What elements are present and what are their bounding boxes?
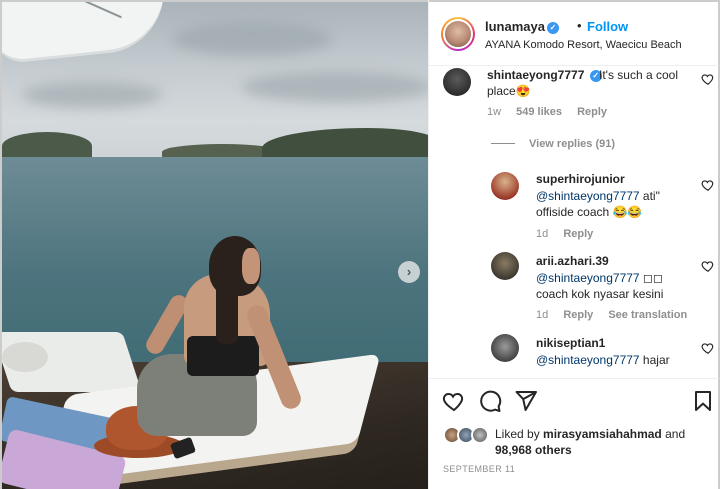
cloud	[22, 82, 162, 108]
reply-text: @shintaeyong7777 hajar	[536, 352, 696, 368]
view-replies-label[interactable]: View replies (91)	[529, 138, 615, 150]
reply-button[interactable]: Reply	[563, 309, 593, 321]
follow-button[interactable]: Follow	[587, 19, 628, 34]
see-translation-button[interactable]: See translation	[608, 309, 687, 321]
reply-age: 1d	[536, 309, 549, 321]
liked-by-text: Liked by mirasyamsiahahmad and	[495, 427, 685, 441]
comment-meta: 1w 549 likes Reply	[487, 106, 619, 118]
divider	[491, 143, 515, 144]
reply-button[interactable]: Reply	[577, 106, 607, 118]
chevron-right-icon[interactable]: ›	[398, 261, 420, 283]
comment-text: It's such a cool place😍	[487, 68, 678, 98]
cloud	[242, 72, 428, 102]
avatar[interactable]	[443, 68, 471, 96]
post-date[interactable]: SEPTEMBER 11	[443, 464, 515, 474]
likes-summary: Liked by mirasyamsiahahmad and 98,968 ot…	[441, 422, 719, 462]
view-replies-button[interactable]: View replies (91)	[491, 138, 615, 150]
avatar[interactable]	[491, 252, 519, 280]
avatar	[471, 426, 489, 444]
reply-text: @shintaeyong7777 ati" offiside coach 😂😂	[536, 188, 696, 220]
liker-avatars[interactable]	[443, 426, 489, 444]
comment-icon[interactable]	[478, 389, 502, 413]
mention-link[interactable]: @shintaeyong7777	[536, 353, 640, 367]
heart-icon[interactable]	[442, 389, 466, 413]
avatar[interactable]	[491, 334, 519, 362]
heart-icon[interactable]	[701, 341, 715, 355]
send-icon[interactable]	[514, 389, 538, 413]
avatar[interactable]	[441, 17, 475, 51]
comments-list[interactable]: shintaeyong7777 ✓ It's such a cool place…	[429, 66, 719, 378]
liked-by-suffix: and	[661, 427, 686, 441]
reply-button[interactable]: Reply	[563, 228, 593, 240]
heart-icon[interactable]	[701, 72, 715, 86]
likes-count[interactable]: 98,968 others	[495, 443, 572, 457]
reply-text: @shintaeyong7777 ◻◻ coach kok nyasar kes…	[536, 270, 696, 302]
post-location[interactable]: AYANA Komodo Resort, Waecicu Beach	[485, 39, 682, 51]
action-bar	[429, 378, 719, 420]
separator-dot: •	[577, 18, 582, 33]
reply-username[interactable]: superhirojunior	[536, 172, 625, 186]
post-username[interactable]: lunamaya ✓	[485, 19, 559, 34]
bookmark-icon[interactable]	[691, 389, 715, 413]
island	[2, 132, 92, 160]
heart-icon[interactable]	[701, 259, 715, 273]
reply-username[interactable]: arii.azhari.39	[536, 254, 609, 268]
reply-age: 1d	[536, 228, 549, 240]
mention-link[interactable]: @shintaeyong7777	[536, 189, 640, 203]
reply-username[interactable]: nikiseptian1	[536, 336, 605, 350]
verified-badge-icon: ✓	[546, 22, 559, 34]
reply-meta: 1d Reply See translation	[536, 309, 699, 321]
liked-by-prefix: Liked by	[495, 427, 544, 441]
post-header: lunamaya ✓ • Follow AYANA Komodo Resort, …	[429, 0, 719, 66]
post-photo[interactable]: ›	[0, 0, 428, 489]
mention-link[interactable]: @shintaeyong7777	[536, 271, 640, 285]
post-username-text[interactable]: lunamaya	[485, 19, 545, 34]
reply-meta: 1d Reply	[536, 228, 605, 240]
person-face	[242, 248, 260, 284]
side-table	[2, 342, 48, 372]
avatar[interactable]	[491, 172, 519, 200]
heart-icon[interactable]	[701, 178, 715, 192]
liked-by-user[interactable]: mirasyamsiahahmad	[543, 427, 662, 441]
comment-age: 1w	[487, 106, 502, 118]
post-panel: lunamaya ✓ • Follow AYANA Komodo Resort, …	[428, 0, 720, 489]
comment-likes[interactable]: 549 likes	[516, 106, 562, 118]
cloud	[172, 22, 332, 56]
reply-text-body: hajar	[639, 353, 670, 367]
